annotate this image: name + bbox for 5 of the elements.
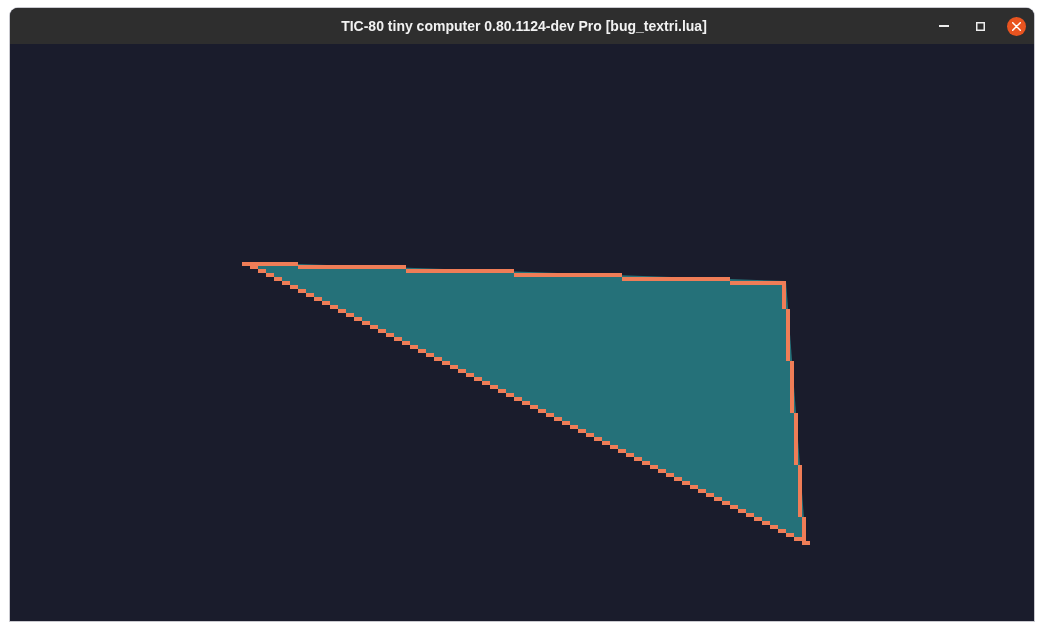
minimize-icon [939,25,949,27]
close-button[interactable] [1007,16,1026,36]
close-icon [1012,21,1021,31]
window-title: TIC-80 tiny computer 0.80.1124-dev Pro [bug_textri.lua] [341,18,707,34]
maximize-icon [975,21,985,31]
